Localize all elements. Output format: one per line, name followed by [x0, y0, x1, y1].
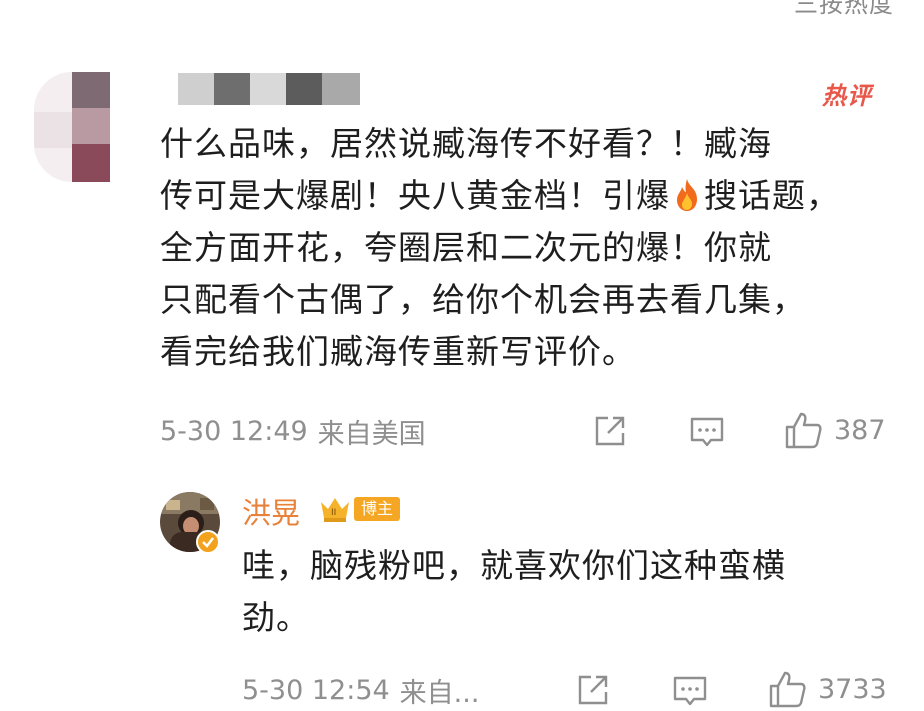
comment-line: 全方面开花，夸圈层和二次元的爆！你就 [160, 228, 772, 267]
svg-text:II: II [331, 508, 336, 518]
reply-like-count: 3733 [818, 673, 887, 705]
hot-comment-badge: 热评 [822, 82, 872, 110]
thumbs-up-icon [769, 671, 806, 708]
reply-location: 来自... [399, 678, 480, 709]
comment-timestamp: 5-30 12:49 [160, 416, 308, 447]
verified-icon [196, 530, 220, 554]
comment-line: 只配看个古偶了，给你个机会再去看几集， [160, 280, 806, 319]
share-icon [595, 416, 625, 446]
comment-line-part: 搜话题， [704, 176, 840, 215]
reply-timestamp: 5-30 12:54 [242, 675, 390, 706]
host-tag: 博主 [354, 497, 401, 521]
reply-meta: 5-30 12:54 来自... [242, 671, 479, 710]
reply-username[interactable]: 洪晃 [242, 490, 300, 532]
comment-body: 什么品味，居然说臧海传不好看？！臧海 传可是大爆剧！央八黄金档！引爆 搜话题， 全… [160, 118, 900, 378]
comment-line: 传可是大爆剧！央八黄金档！引爆 搜话题， [160, 170, 900, 222]
reply-like-button[interactable]: 3733 [768, 669, 887, 709]
comment-location: 来自美国 [317, 419, 426, 450]
comment-line-part: 传可是大爆剧！央八黄金档！引爆 [160, 176, 670, 215]
comment-icon [673, 676, 707, 706]
share-button[interactable] [593, 414, 627, 448]
reply-body: 哇，脑残粉吧，就喜欢你们这种蛮横 劲。 [242, 540, 882, 644]
reply-line: 劲。 [242, 598, 310, 637]
thumbs-up-icon [785, 412, 822, 449]
comment-line: 什么品味，居然说臧海传不好看？！臧海 [160, 124, 772, 163]
commenter-avatar[interactable] [34, 72, 110, 182]
reply-comment-button[interactable] [672, 675, 708, 707]
share-icon [578, 675, 608, 705]
crown-icon: II [321, 498, 349, 522]
comment-icon [690, 417, 724, 447]
like-button[interactable]: 387 [784, 410, 886, 450]
reply-line: 哇，脑残粉吧，就喜欢你们这种蛮横 [242, 546, 786, 585]
comment-meta: 5-30 12:49 来自美国 [160, 412, 426, 451]
commenter-username-blurred[interactable] [178, 73, 360, 105]
comment-reply-button[interactable] [689, 416, 725, 448]
fire-icon [677, 179, 697, 211]
like-count: 387 [834, 414, 886, 446]
comment-line: 看完给我们臧海传重新写评价。 [160, 332, 636, 371]
reply-share-button[interactable] [576, 673, 610, 707]
comment-card: 热评 什么品味，居然说臧海传不好看？！臧海 传可是大爆剧！央八黄金档！引爆 搜话题… [0, 0, 924, 711]
